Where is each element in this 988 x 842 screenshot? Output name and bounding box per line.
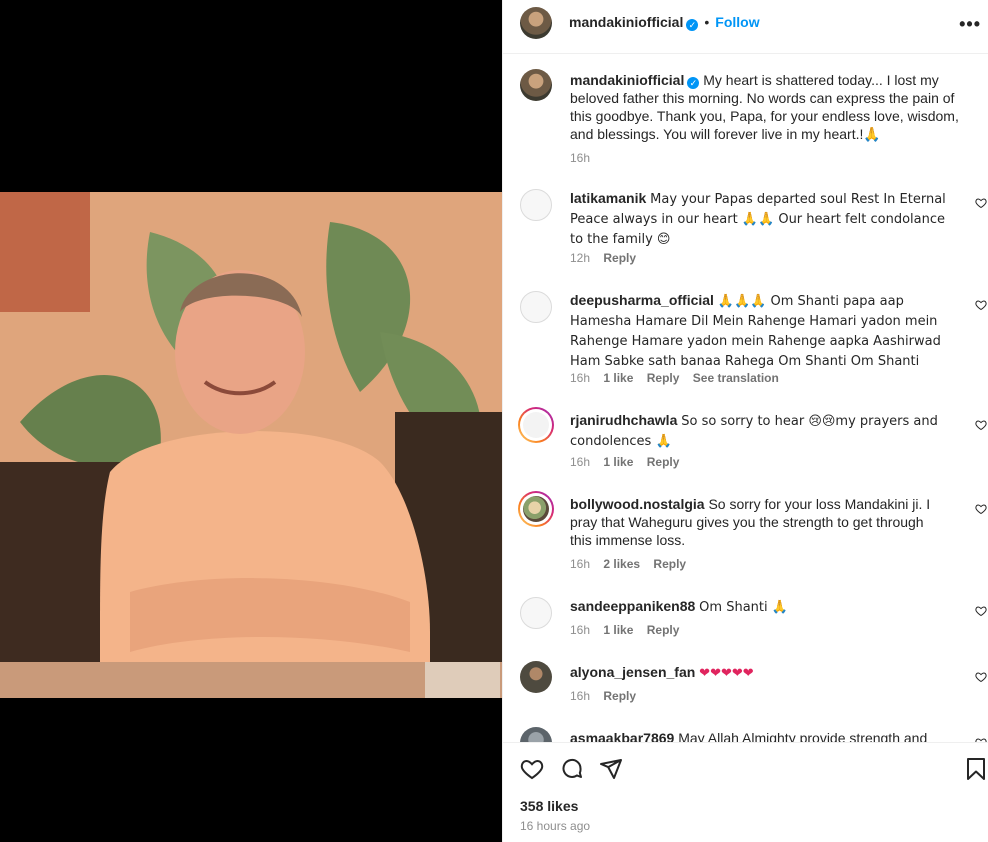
comment-time: 16h [570,371,591,385]
commenter-avatar[interactable] [518,491,554,527]
reply-button[interactable]: Reply [603,251,636,265]
commenter-avatar[interactable] [520,291,552,323]
post-media[interactable] [0,0,502,842]
reply-button[interactable]: Reply [647,371,680,385]
like-comment-icon[interactable] [975,419,987,431]
comment-username[interactable]: rjanirudhchawla [570,412,677,428]
comment-text: alyona_jensen_fan ❤❤❤❤❤ [570,663,960,683]
comment-text: latikamanik May your Papas departed soul… [570,189,955,249]
post-actions: 358 likes 16 hours ago [503,742,988,842]
comment-time: 16h [570,689,591,703]
comment-time: 16h [570,623,591,637]
follow-button[interactable]: Follow [715,14,759,30]
like-comment-icon[interactable] [975,671,987,683]
comment-username[interactable]: bollywood.nostalgia [570,496,705,512]
comment-likes[interactable]: 1 like [603,455,633,469]
commenter-avatar[interactable] [520,727,552,742]
comment-body: May Allah Almighty provide strength and [678,730,928,742]
comment-username[interactable]: sandeeppaniken88 [570,598,695,614]
comment-text: deepusharma_official 🙏🙏🙏 Om Shanti papa … [570,291,965,371]
caption-time: 16h [570,151,591,165]
comment-text: bollywood.nostalgia So sorry for your lo… [570,495,945,549]
author-avatar[interactable] [520,7,552,39]
comment-meta: 12h Reply [570,251,646,265]
like-comment-icon[interactable] [975,197,987,209]
caption-row: mandakiniofficial ✓ My heart is shattered… [503,69,988,169]
post-photo [0,192,502,698]
header-user-line: mandakiniofficial ✓ • Follow [569,14,760,31]
commenter-avatar[interactable] [518,407,554,443]
commenter-avatar[interactable] [520,189,552,221]
comment-meta: 16h 1 like Reply [570,623,689,637]
comment-time: 12h [570,251,591,265]
comment-likes[interactable]: 2 likes [603,557,640,571]
caption-text: mandakiniofficial ✓ My heart is shattered… [570,71,960,143]
comment-meta: 16h 1 like Reply See translation [570,371,789,385]
comment-meta: 16h Reply [570,689,646,703]
comment-username[interactable]: asmaakbar7869 [570,730,674,742]
more-icon[interactable]: ••• [959,14,981,35]
likes-count[interactable]: 358 likes [520,798,578,814]
comment-text: sandeeppaniken88 Om Shanti 🙏 [570,597,960,617]
post-header: mandakiniofficial ✓ • Follow ••• [503,0,988,54]
comment-text: rjanirudhchawla So so sorry to hear 😢😢my… [570,411,940,451]
comment-icon[interactable] [560,757,584,781]
comment-text: asmaakbar7869 May Allah Almighty provide… [570,729,960,742]
like-comment-icon[interactable] [975,503,987,515]
separator-dot: • [704,14,710,30]
reply-button[interactable]: Reply [647,455,680,469]
caption-username[interactable]: mandakiniofficial [570,72,684,88]
heart-icon[interactable] [520,757,544,781]
comment-username[interactable]: alyona_jensen_fan [570,664,695,680]
comment-meta: 16h 1 like Reply [570,455,689,469]
comment-body: ❤❤❤❤❤ [699,666,754,681]
see-translation-button[interactable]: See translation [693,371,779,385]
comment-time: 16h [570,455,591,469]
commenter-avatar[interactable] [520,661,552,693]
reply-button[interactable]: Reply [603,689,636,703]
comment-likes[interactable]: 1 like [603,623,633,637]
share-icon[interactable] [599,757,623,781]
comment-meta: 16h 2 likes Reply [570,557,696,571]
reply-button[interactable]: Reply [647,623,680,637]
comment-likes[interactable]: 1 like [603,371,633,385]
comments-list[interactable]: mandakiniofficial ✓ My heart is shattered… [503,55,988,742]
post-timestamp: 16 hours ago [520,819,591,833]
like-comment-icon[interactable] [975,605,987,617]
author-avatar[interactable] [520,69,552,101]
post-side-panel: mandakiniofficial ✓ • Follow ••• mandakinio… [502,0,988,842]
caption-meta: 16h [570,151,600,165]
reply-button[interactable]: Reply [653,557,686,571]
verified-icon: ✓ [687,77,700,89]
commenter-avatar[interactable] [520,597,552,629]
bookmark-icon[interactable] [965,757,987,781]
author-username[interactable]: mandakiniofficial [569,14,683,30]
comment-username[interactable]: latikamanik [570,190,646,206]
verified-icon: ✓ [686,19,699,31]
comment-time: 16h [570,557,591,571]
comment-username[interactable]: deepusharma_official [570,292,714,308]
comment-body: Om Shanti 🙏 [699,600,788,615]
photo-illustration [0,192,502,698]
like-comment-icon[interactable] [975,299,987,311]
